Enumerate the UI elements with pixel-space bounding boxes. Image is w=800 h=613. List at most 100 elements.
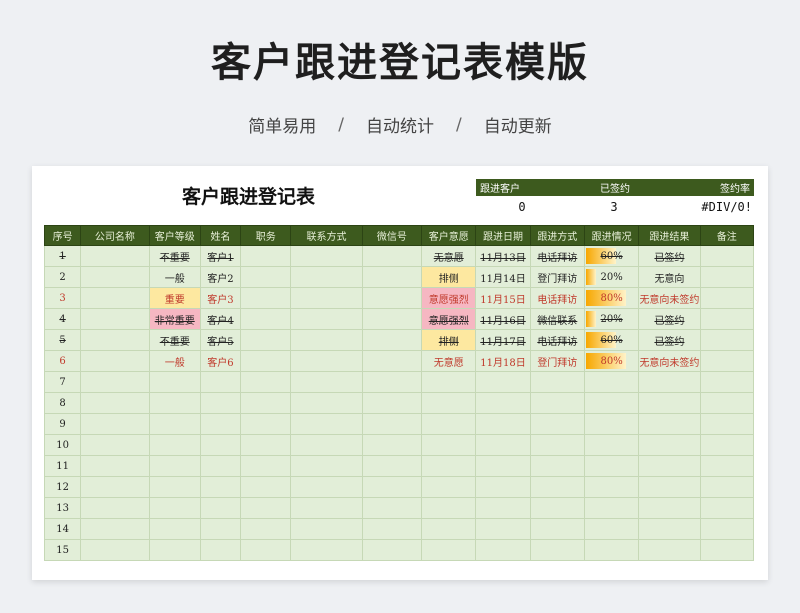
cell-date[interactable] bbox=[475, 434, 531, 456]
cell-note[interactable] bbox=[699, 308, 755, 330]
cell-level[interactable]: 不重要 bbox=[148, 329, 201, 351]
cell-note[interactable] bbox=[699, 245, 755, 267]
column-header[interactable]: 跟进日期 bbox=[475, 225, 531, 246]
cell-intent[interactable]: 意愿强烈 bbox=[421, 287, 477, 309]
cell-contact[interactable] bbox=[290, 308, 363, 330]
cell-serial[interactable]: 11 bbox=[43, 455, 82, 477]
cell-position[interactable] bbox=[240, 497, 292, 519]
cell-level[interactable]: 不重要 bbox=[148, 245, 201, 267]
cell-progress[interactable] bbox=[583, 371, 640, 393]
cell-name[interactable] bbox=[199, 434, 242, 456]
cell-contact[interactable] bbox=[290, 434, 363, 456]
cell-date[interactable] bbox=[475, 497, 531, 519]
cell-contact[interactable] bbox=[290, 329, 363, 351]
cell-name[interactable]: 客户2 bbox=[199, 266, 242, 288]
cell-method[interactable] bbox=[529, 371, 585, 393]
cell-method[interactable]: 电话拜访 bbox=[529, 329, 585, 351]
cell-note[interactable] bbox=[699, 266, 755, 288]
cell-position[interactable] bbox=[240, 308, 292, 330]
cell-name[interactable]: 客户3 bbox=[199, 287, 242, 309]
cell-company[interactable] bbox=[80, 476, 150, 498]
cell-result[interactable] bbox=[638, 497, 701, 519]
cell-serial[interactable]: 9 bbox=[43, 413, 82, 435]
cell-company[interactable] bbox=[80, 434, 150, 456]
cell-contact[interactable] bbox=[290, 455, 363, 477]
cell-intent[interactable] bbox=[421, 476, 477, 498]
cell-company[interactable] bbox=[80, 287, 150, 309]
cell-date[interactable]: 11月18日 bbox=[475, 350, 531, 372]
cell-level[interactable] bbox=[148, 497, 201, 519]
cell-method[interactable] bbox=[529, 434, 585, 456]
cell-note[interactable] bbox=[699, 455, 755, 477]
cell-result[interactable] bbox=[638, 413, 701, 435]
cell-position[interactable] bbox=[240, 371, 292, 393]
cell-serial[interactable]: 2 bbox=[43, 266, 82, 288]
column-header[interactable]: 微信号 bbox=[361, 225, 423, 246]
cell-wechat[interactable] bbox=[361, 539, 423, 561]
cell-date[interactable]: 11月17日 bbox=[475, 329, 531, 351]
summary-value-followed[interactable]: 0 bbox=[476, 200, 568, 214]
cell-date[interactable]: 11月14日 bbox=[475, 266, 531, 288]
cell-wechat[interactable] bbox=[361, 371, 423, 393]
cell-company[interactable] bbox=[80, 539, 150, 561]
cell-date[interactable] bbox=[475, 518, 531, 540]
cell-progress[interactable] bbox=[583, 455, 640, 477]
cell-name[interactable]: 客户4 bbox=[199, 308, 242, 330]
cell-progress[interactable] bbox=[583, 392, 640, 414]
cell-intent[interactable] bbox=[421, 434, 477, 456]
cell-company[interactable] bbox=[80, 392, 150, 414]
cell-note[interactable] bbox=[699, 350, 755, 372]
cell-method[interactable] bbox=[529, 392, 585, 414]
cell-note[interactable] bbox=[699, 539, 755, 561]
cell-result[interactable]: 已签约 bbox=[638, 245, 701, 267]
cell-contact[interactable] bbox=[290, 392, 363, 414]
cell-method[interactable]: 电话拜访 bbox=[529, 245, 585, 267]
cell-intent[interactable] bbox=[421, 497, 477, 519]
cell-wechat[interactable] bbox=[361, 266, 423, 288]
cell-progress[interactable]: 20% bbox=[583, 308, 640, 330]
cell-intent[interactable] bbox=[421, 392, 477, 414]
cell-serial[interactable]: 5 bbox=[43, 329, 82, 351]
column-header[interactable]: 联系方式 bbox=[290, 225, 363, 246]
cell-position[interactable] bbox=[240, 329, 292, 351]
cell-note[interactable] bbox=[699, 329, 755, 351]
cell-method[interactable]: 微信联系 bbox=[529, 308, 585, 330]
cell-position[interactable] bbox=[240, 245, 292, 267]
cell-progress[interactable]: 60% bbox=[583, 245, 640, 267]
cell-wechat[interactable] bbox=[361, 392, 423, 414]
cell-contact[interactable] bbox=[290, 518, 363, 540]
cell-serial[interactable]: 12 bbox=[43, 476, 82, 498]
cell-result[interactable]: 已签约 bbox=[638, 308, 701, 330]
cell-name[interactable] bbox=[199, 518, 242, 540]
cell-intent[interactable]: 无意愿 bbox=[421, 245, 477, 267]
cell-date[interactable] bbox=[475, 539, 531, 561]
cell-serial[interactable]: 7 bbox=[43, 371, 82, 393]
cell-result[interactable] bbox=[638, 455, 701, 477]
cell-level[interactable]: 重要 bbox=[148, 287, 201, 309]
cell-intent[interactable] bbox=[421, 518, 477, 540]
cell-note[interactable] bbox=[699, 287, 755, 309]
cell-note[interactable] bbox=[699, 413, 755, 435]
column-header[interactable]: 跟进方式 bbox=[529, 225, 585, 246]
cell-contact[interactable] bbox=[290, 350, 363, 372]
cell-name[interactable] bbox=[199, 539, 242, 561]
cell-level[interactable] bbox=[148, 518, 201, 540]
column-header[interactable]: 序号 bbox=[43, 225, 82, 246]
cell-progress[interactable]: 60% bbox=[583, 329, 640, 351]
cell-level[interactable] bbox=[148, 476, 201, 498]
cell-name[interactable]: 客户6 bbox=[199, 350, 242, 372]
cell-name[interactable] bbox=[199, 413, 242, 435]
cell-company[interactable] bbox=[80, 350, 150, 372]
cell-progress[interactable] bbox=[583, 518, 640, 540]
cell-name[interactable] bbox=[199, 371, 242, 393]
cell-progress[interactable] bbox=[583, 413, 640, 435]
cell-note[interactable] bbox=[699, 434, 755, 456]
cell-company[interactable] bbox=[80, 266, 150, 288]
cell-position[interactable] bbox=[240, 455, 292, 477]
cell-level[interactable] bbox=[148, 413, 201, 435]
cell-result[interactable]: 无意向未签约 bbox=[638, 287, 701, 309]
cell-position[interactable] bbox=[240, 434, 292, 456]
cell-level[interactable]: 一般 bbox=[148, 266, 201, 288]
cell-name[interactable]: 客户1 bbox=[199, 245, 242, 267]
cell-serial[interactable]: 3 bbox=[43, 287, 82, 309]
